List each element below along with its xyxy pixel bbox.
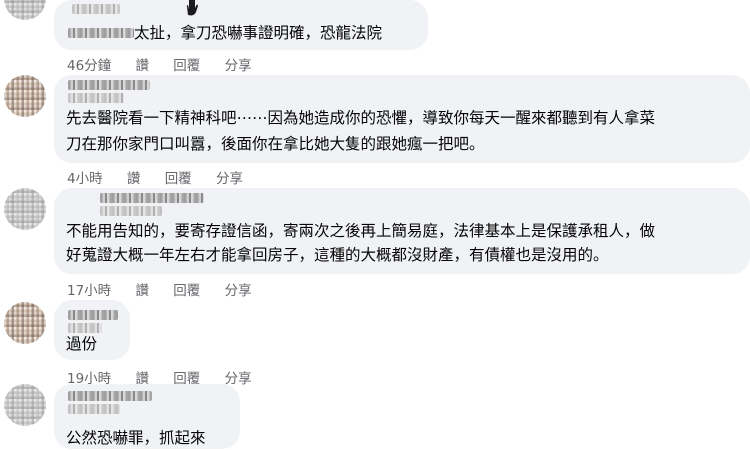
raised-hand-icon — [186, 0, 198, 16]
comment-4: 過份 19小時 讚 回覆 分享 — [0, 300, 750, 387]
avatar[interactable] — [4, 384, 46, 426]
like-button[interactable]: 讚 — [135, 58, 149, 74]
comment-bubble: 公然恐嚇罪，抓起來 — [54, 384, 240, 449]
commenter-name-blurred[interactable] — [68, 28, 134, 38]
share-button[interactable]: 分享 — [216, 171, 243, 187]
commenter-name-blurred[interactable] — [100, 193, 204, 203]
comment-text: 公然恐嚇罪，抓起來 — [66, 429, 206, 447]
like-button[interactable]: 讚 — [127, 171, 141, 187]
avatar[interactable] — [4, 302, 46, 344]
reply-button[interactable]: 回覆 — [173, 58, 200, 74]
commenter-name-blurred[interactable] — [68, 310, 118, 320]
comment-text-line-2: 刀在那你家門口叫囂，後面你在拿比她大隻的跟她瘋一把吧。 — [66, 135, 485, 153]
comment-text-line-2: 好蒐證大概一年左右才能拿回房子，這種的大概都沒財產，有債權也是沒用的。 — [66, 246, 609, 264]
comment-text: 太扯，拿刀恐嚇事證明確，恐龍法院 — [134, 24, 383, 42]
comment-text-line-1: 不能用告知的，要寄存證信函，寄兩次之後再上簡易庭，法律基本上是保護承租人，做 — [66, 222, 656, 240]
share-button[interactable]: 分享 — [225, 283, 252, 299]
share-button[interactable]: 分享 — [225, 58, 252, 74]
avatar[interactable] — [4, 75, 46, 117]
comment-bubble: 不能用告知的，要寄存證信函，寄兩次之後再上簡易庭，法律基本上是保護承租人，做 好… — [54, 188, 750, 274]
commenter-name-blurred[interactable] — [68, 391, 152, 401]
avatar[interactable] — [4, 188, 46, 230]
comment-timestamp[interactable]: 17小時 — [67, 283, 111, 299]
commenter-name-blurred[interactable] — [72, 4, 120, 14]
reply-button[interactable]: 回覆 — [173, 283, 200, 299]
comment-text-line-1: 先去醫院看一下精神科吧⋯⋯因為她造成你的恐懼，導致你每天一醒來都聽到有人拿菜 — [66, 109, 656, 127]
comment-3: 不能用告知的，要寄存證信函，寄兩次之後再上簡易庭，法律基本上是保護承租人，做 好… — [0, 188, 750, 300]
comment-1: 太扯，拿刀恐嚇事證明確，恐龍法院 46分鐘 讚 回覆 分享 — [0, 0, 750, 75]
like-button[interactable]: 讚 — [135, 283, 149, 299]
commenter-name-blurred[interactable] — [100, 206, 162, 216]
comment-timestamp[interactable]: 46分鐘 — [67, 58, 111, 74]
comment-actions: 17小時 讚 回覆 分享 — [67, 279, 272, 299]
comment-2: 先去醫院看一下精神科吧⋯⋯因為她造成你的恐懼，導致你每天一醒來都聽到有人拿菜 刀… — [0, 75, 750, 188]
comment-text: 過份 — [66, 335, 98, 353]
commenter-name-blurred[interactable] — [68, 404, 120, 414]
comment-timestamp[interactable]: 4小時 — [67, 171, 103, 187]
comment-bubble: 太扯，拿刀恐嚇事證明確，恐龍法院 — [54, 0, 428, 50]
comment-5: 公然恐嚇罪，抓起來 — [0, 384, 750, 449]
comment-bubble: 先去醫院看一下精神科吧⋯⋯因為她造成你的恐懼，導致你每天一醒來都聽到有人拿菜 刀… — [54, 75, 750, 163]
commenter-name-blurred[interactable] — [68, 93, 124, 103]
comment-actions: 46分鐘 讚 回覆 分享 — [67, 54, 272, 74]
comment-actions: 4小時 讚 回覆 分享 — [67, 167, 263, 187]
reply-button[interactable]: 回覆 — [165, 171, 192, 187]
commenter-name-blurred[interactable] — [68, 80, 150, 90]
comment-bubble: 過份 — [54, 300, 130, 360]
avatar[interactable] — [4, 0, 46, 20]
